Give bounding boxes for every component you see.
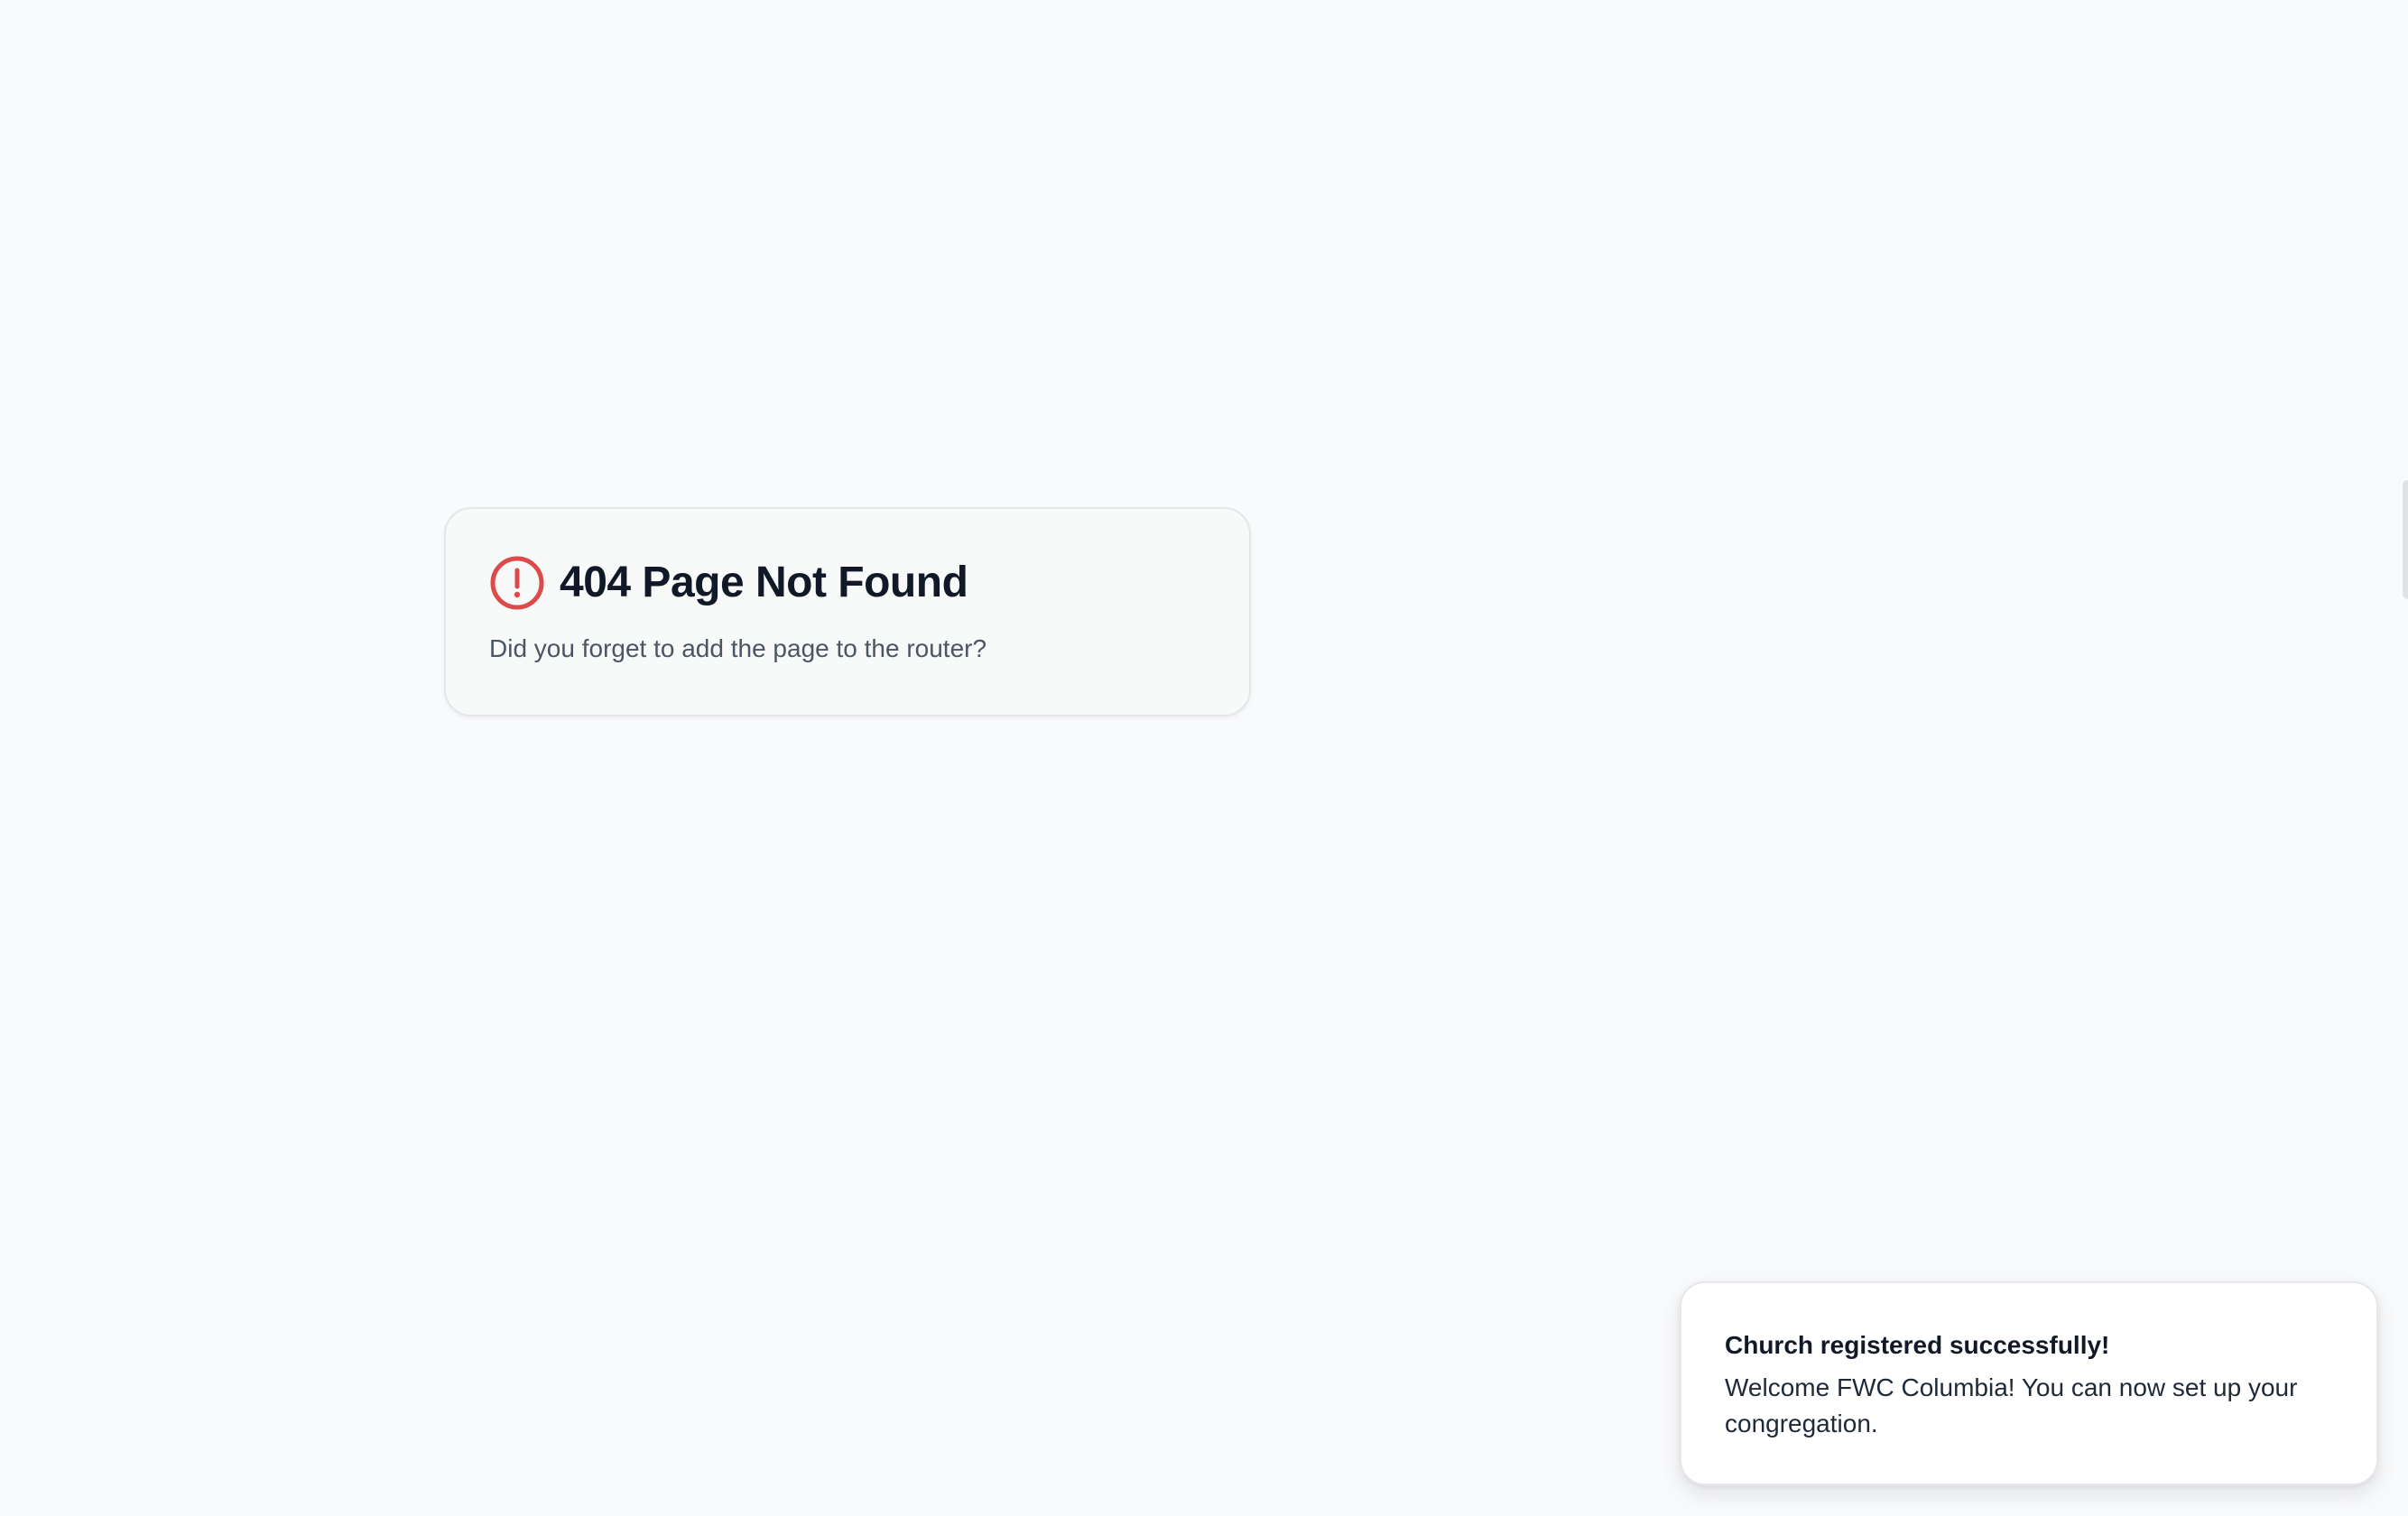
card-header: 404 Page Not Found — [489, 554, 1206, 612]
page-description: Did you forget to add the page to the ro… — [489, 634, 987, 662]
page-title: 404 Page Not Found — [560, 559, 968, 606]
toast-title: Church registered successfully! — [1725, 1331, 2110, 1359]
edge-panel-handle[interactable] — [2403, 480, 2408, 599]
not-found-card: 404 Page Not Found Did you forget to add… — [444, 507, 1251, 716]
success-toast[interactable]: Church registered successfully! Welcome … — [1680, 1281, 2378, 1485]
toast-message: Welcome FWC Columbia! You can now set up… — [1725, 1373, 2298, 1437]
alert-circle-icon — [489, 555, 545, 611]
